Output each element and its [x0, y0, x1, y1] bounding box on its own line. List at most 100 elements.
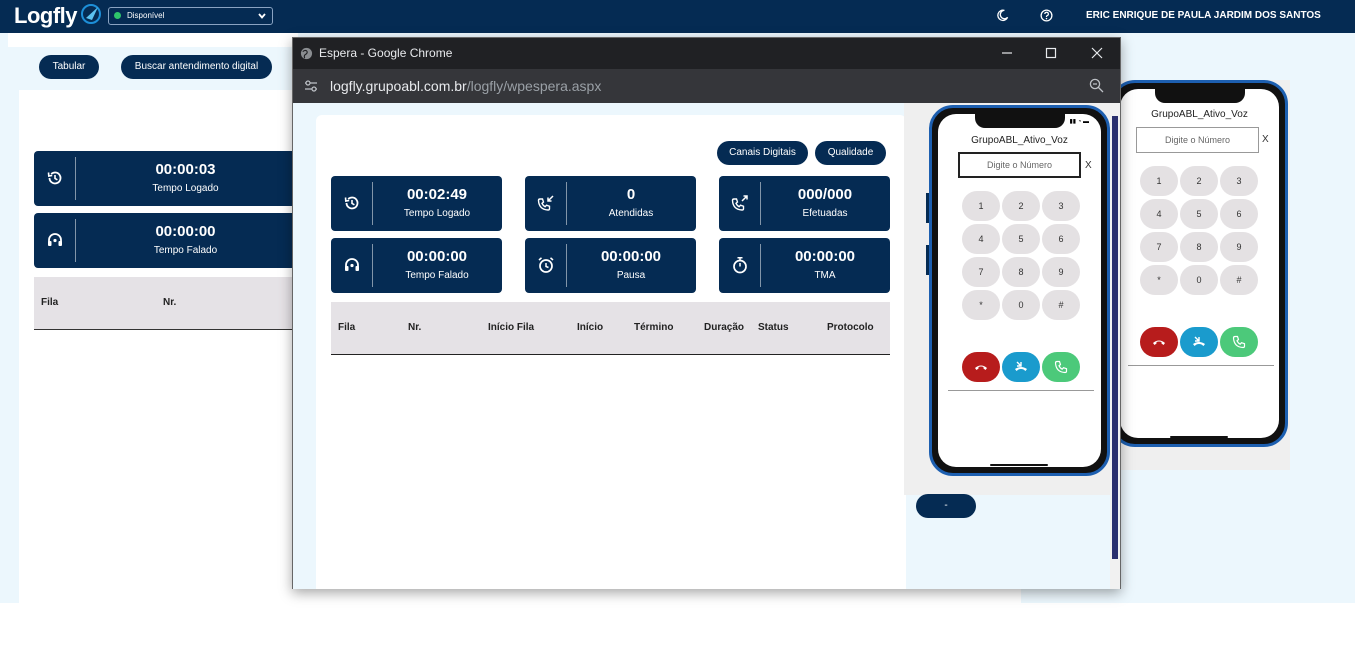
transfer-icon — [1015, 361, 1027, 371]
dial-key[interactable]: 3 — [1220, 166, 1258, 196]
status-dot — [114, 12, 121, 19]
dial-key[interactable]: 7 — [1140, 232, 1178, 262]
hangup-button[interactable] — [1140, 327, 1178, 357]
dial-key[interactable]: 6 — [1220, 199, 1258, 229]
card-label: Tempo Logado — [152, 183, 219, 194]
moon-icon[interactable] — [996, 9, 1009, 22]
call-button[interactable] — [1220, 327, 1258, 357]
dial-key[interactable]: # — [1042, 290, 1080, 320]
close-icon[interactable] — [1090, 46, 1104, 60]
dial-key[interactable]: 3 — [1042, 191, 1080, 221]
tabular-button[interactable]: Tabular — [39, 55, 99, 79]
column-fila: Fila — [338, 322, 356, 333]
dial-key[interactable]: 0 — [1002, 290, 1040, 320]
transfer-icon — [1193, 336, 1205, 346]
column-nr: Nr. — [408, 322, 422, 333]
card-label: Atendidas — [608, 208, 654, 219]
card-label: Pausa — [616, 270, 646, 281]
tempo-logado-card: 00:00:03 Tempo Logado — [34, 151, 296, 206]
tempo-falado-card: 00:00:00 Tempo Falado — [331, 238, 502, 293]
logo: Logfly — [14, 3, 78, 28]
phone-icon — [1054, 360, 1068, 374]
url-host: logfly.grupoabl.com.br — [330, 78, 467, 94]
pausa-card: 00:00:00 Pausa — [525, 238, 696, 293]
url-text[interactable]: logfly.grupoabl.com.br/logfly/wpespera.a… — [330, 78, 601, 94]
dial-key[interactable]: 4 — [1140, 199, 1178, 229]
card-value: 00:00:00 — [406, 248, 468, 265]
clear-number-button[interactable]: X — [1085, 160, 1092, 171]
hangup-button[interactable] — [962, 352, 1000, 382]
column-status: Status — [758, 322, 789, 333]
dial-key[interactable]: 4 — [962, 224, 1000, 254]
tempo-falado-card: 00:00:00 Tempo Falado — [34, 213, 296, 268]
maximize-icon[interactable] — [1044, 46, 1058, 60]
headset-icon — [345, 258, 359, 271]
phone-screen: ▮▮ ◔ ▬ GrupoABL_Ativo_Voz Digite o Númer… — [938, 114, 1101, 467]
alarm-icon — [538, 257, 554, 273]
dial-key[interactable]: 2 — [1180, 166, 1218, 196]
timer-icon — [733, 257, 747, 274]
dial-key[interactable]: 0 — [1180, 265, 1218, 295]
dial-key[interactable]: 9 — [1042, 257, 1080, 287]
scrollbar-thumb[interactable] — [1112, 116, 1118, 559]
outgoing-call-icon — [731, 195, 748, 211]
card-value: 000/000 — [797, 186, 853, 203]
logo-wing-icon — [81, 4, 101, 24]
column-duracao: Duração — [704, 322, 745, 333]
page-scrollbar[interactable] — [1110, 103, 1120, 589]
dial-key[interactable]: 5 — [1180, 199, 1218, 229]
dial-key[interactable]: 1 — [962, 191, 1000, 221]
hangup-icon — [975, 365, 987, 370]
buscar-atendimento-button[interactable]: Buscar antendimento digital — [121, 55, 272, 79]
card-value: 00:00:00 — [155, 223, 216, 240]
espera-table-header: Fila Nr. Início Fila Início Término Dura… — [331, 302, 890, 355]
card-label: Tempo Logado — [403, 208, 471, 219]
zoom-icon[interactable] — [1089, 78, 1104, 93]
background-header-strip — [8, 33, 298, 47]
tempo-logado-card: 00:02:49 Tempo Logado — [331, 176, 502, 231]
clear-number-button[interactable]: X — [1262, 134, 1269, 145]
card-value: 00:00:00 — [794, 248, 856, 265]
call-button[interactable] — [1042, 352, 1080, 382]
card-value: 0 — [626, 186, 636, 203]
dial-key[interactable]: * — [1140, 265, 1178, 295]
transfer-button[interactable] — [1002, 352, 1040, 382]
dial-key[interactable]: # — [1220, 265, 1258, 295]
help-icon[interactable] — [1040, 9, 1053, 22]
card-value: 00:02:49 — [406, 186, 468, 203]
qualidade-button[interactable]: Qualidade — [815, 141, 886, 165]
card-label: Tempo Falado — [153, 245, 218, 256]
phone-number-input[interactable]: Digite o Número — [1136, 127, 1259, 153]
address-bar[interactable]: logfly.grupoabl.com.br/logfly/wpespera.a… — [293, 69, 1120, 103]
card-value: 00:00:03 — [155, 161, 216, 178]
tma-card: 00:00:00 TMA — [719, 238, 890, 293]
user-name: ERIC ENRIQUE DE PAULA JARDIM DOS SANTOS — [1086, 10, 1321, 21]
column-inicio: Início — [577, 322, 604, 333]
phone-number-input[interactable]: Digite o Número — [958, 152, 1081, 178]
dial-key[interactable]: 7 — [962, 257, 1000, 287]
incoming-call-icon — [537, 195, 554, 211]
dial-key[interactable]: 5 — [1002, 224, 1040, 254]
canais-digitais-button[interactable]: Canais Digitais — [717, 141, 808, 165]
card-label: TMA — [814, 270, 836, 281]
column-fila: Fila — [41, 297, 59, 308]
site-settings-icon[interactable] — [304, 79, 318, 93]
status-select[interactable]: Disponível — [108, 7, 273, 25]
transfer-button[interactable] — [1180, 327, 1218, 357]
window-title: Espera - Google Chrome — [319, 46, 453, 60]
dial-key[interactable]: 9 — [1220, 232, 1258, 262]
dial-key[interactable]: 1 — [1140, 166, 1178, 196]
card-value: 00:00:00 — [600, 248, 662, 265]
dial-key[interactable]: 8 — [1002, 257, 1040, 287]
dial-key[interactable]: 8 — [1180, 232, 1218, 262]
minimize-softphone-button[interactable]: - — [916, 494, 976, 518]
headset-icon — [48, 233, 62, 246]
dial-key[interactable]: * — [962, 290, 1000, 320]
dial-key[interactable]: 2 — [1002, 191, 1040, 221]
column-protocolo: Protocolo — [827, 322, 874, 333]
hangup-icon — [1153, 340, 1165, 345]
minimize-icon[interactable] — [1000, 46, 1014, 60]
column-inicio-fila: Início Fila — [488, 322, 535, 333]
globe-icon — [300, 47, 313, 60]
dial-key[interactable]: 6 — [1042, 224, 1080, 254]
